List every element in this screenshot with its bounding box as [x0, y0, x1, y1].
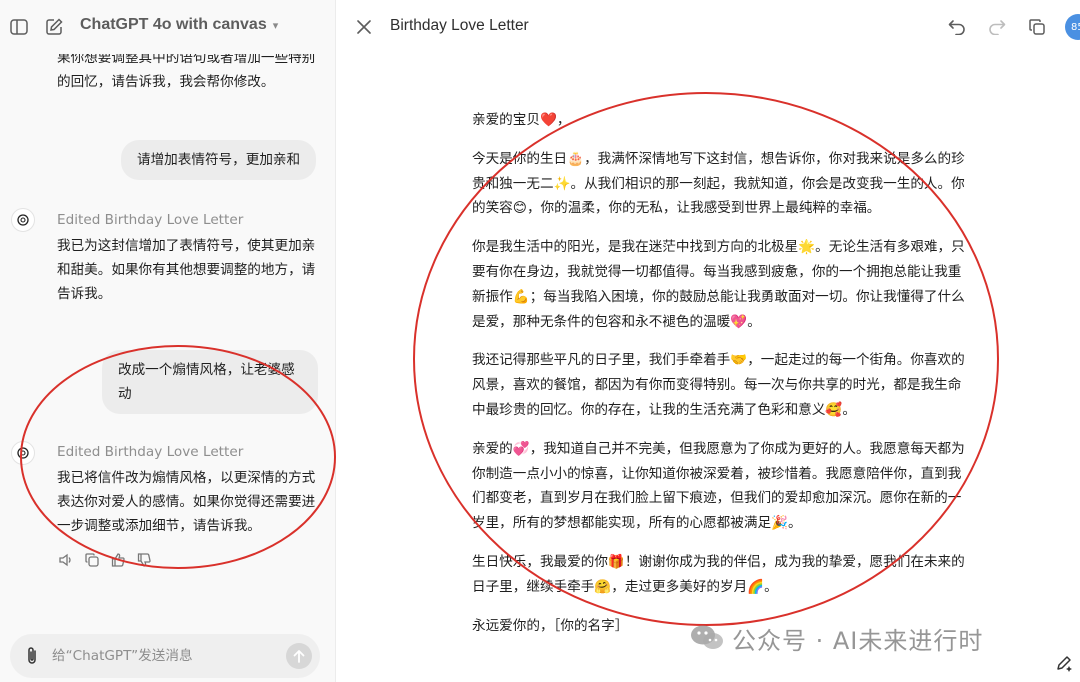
- close-canvas-icon[interactable]: [355, 18, 373, 36]
- assistant-message-text: 我已将信件改为煽情风格，以更深情的方式表达你对爱人的感情。如果你觉得还需要进一步…: [57, 470, 316, 534]
- letter-salutation: 亲爱的宝贝❤️，: [472, 112, 571, 128]
- user-message-bubble: 请增加表情符号，更加亲和: [121, 140, 317, 180]
- letter-paragraph: 亲爱的💞，我知道自己并不完美，但我愿意为了你成为更好的人。我愿意每天都为你制造一…: [472, 440, 965, 532]
- message-composer: [10, 634, 320, 678]
- new-chat-icon[interactable]: [43, 16, 65, 38]
- message-input[interactable]: [52, 646, 272, 666]
- edited-document-label[interactable]: Edited Birthday Love Letter: [57, 444, 243, 460]
- letter-paragraph: 我还记得那些平凡的日子里，我们手牵着手🤝，一起走过的每一个街角。你喜欢的风景，喜…: [472, 352, 965, 418]
- user-message-bubble: 改成一个煽情风格，让老婆感动: [102, 350, 318, 414]
- model-selector[interactable]: ChatGPT 4o with canvas ▾: [80, 16, 278, 34]
- assistant-avatar-icon: [11, 208, 35, 232]
- assistant-avatar-icon: [11, 441, 35, 465]
- redo-icon[interactable]: [987, 17, 1007, 37]
- canvas-pane: Birthday Love Letter 85 亲爱的宝贝❤️， 今天是你的生日…: [337, 0, 1080, 682]
- paperclip-icon[interactable]: [22, 645, 42, 667]
- canvas-title: Birthday Love Letter: [390, 17, 529, 34]
- thumbs-down-icon[interactable]: [136, 551, 152, 569]
- letter-paragraph: 今天是你的生日🎂，我满怀深情地写下这封信，想告诉你，你对我来说是多么的珍贵和独一…: [472, 150, 965, 217]
- thumbs-up-icon[interactable]: [110, 551, 126, 569]
- chat-header: ChatGPT 4o with canvas ▾: [0, 0, 335, 54]
- copy-icon[interactable]: [84, 551, 100, 569]
- message-actions: [58, 551, 152, 569]
- user-avatar[interactable]: 85: [1065, 14, 1080, 40]
- watermark: 公众号 · AI未来进行时: [690, 620, 983, 656]
- assistant-message-text: 我已为这封信增加了表情符号，使其更加亲和甜美。如果你有其他想要调整的地方，请告诉…: [57, 238, 316, 302]
- letter-paragraph: 你是我生活中的阳光，是我在迷茫中找到方向的北极星🌟。无论生活有多艰难，只要有你在…: [472, 239, 965, 330]
- letter-paragraph: 生日快乐，我最爱的你🎁！谢谢你成为我的伴侣，成为我的挚爱，愿我们在未来的日子里，…: [472, 553, 965, 595]
- sidebar-toggle-icon[interactable]: [8, 16, 30, 38]
- undo-icon[interactable]: [947, 17, 967, 37]
- chat-pane: ChatGPT 4o with canvas ▾ 果你想要调整其中的语句或者增加一…: [0, 0, 336, 682]
- app-window: ChatGPT 4o with canvas ▾ 果你想要调整其中的语句或者增加一…: [0, 0, 1080, 682]
- model-title: ChatGPT 4o with canvas: [80, 16, 267, 33]
- edit-suggestions-icon[interactable]: [1049, 648, 1079, 678]
- edited-document-label[interactable]: Edited Birthday Love Letter: [57, 212, 243, 228]
- read-aloud-icon[interactable]: [58, 551, 74, 569]
- send-button[interactable]: [286, 643, 312, 669]
- copy-document-icon[interactable]: [1027, 17, 1047, 37]
- wechat-logo-icon: [691, 625, 723, 649]
- watermark-text: 公众号 · AI未来进行时: [732, 626, 984, 655]
- letter-document[interactable]: 亲爱的宝贝❤️， 今天是你的生日🎂，我满怀深情地写下这封信，想告诉你，你对我来说…: [472, 108, 972, 652]
- chevron-down-icon: ▾: [272, 20, 279, 32]
